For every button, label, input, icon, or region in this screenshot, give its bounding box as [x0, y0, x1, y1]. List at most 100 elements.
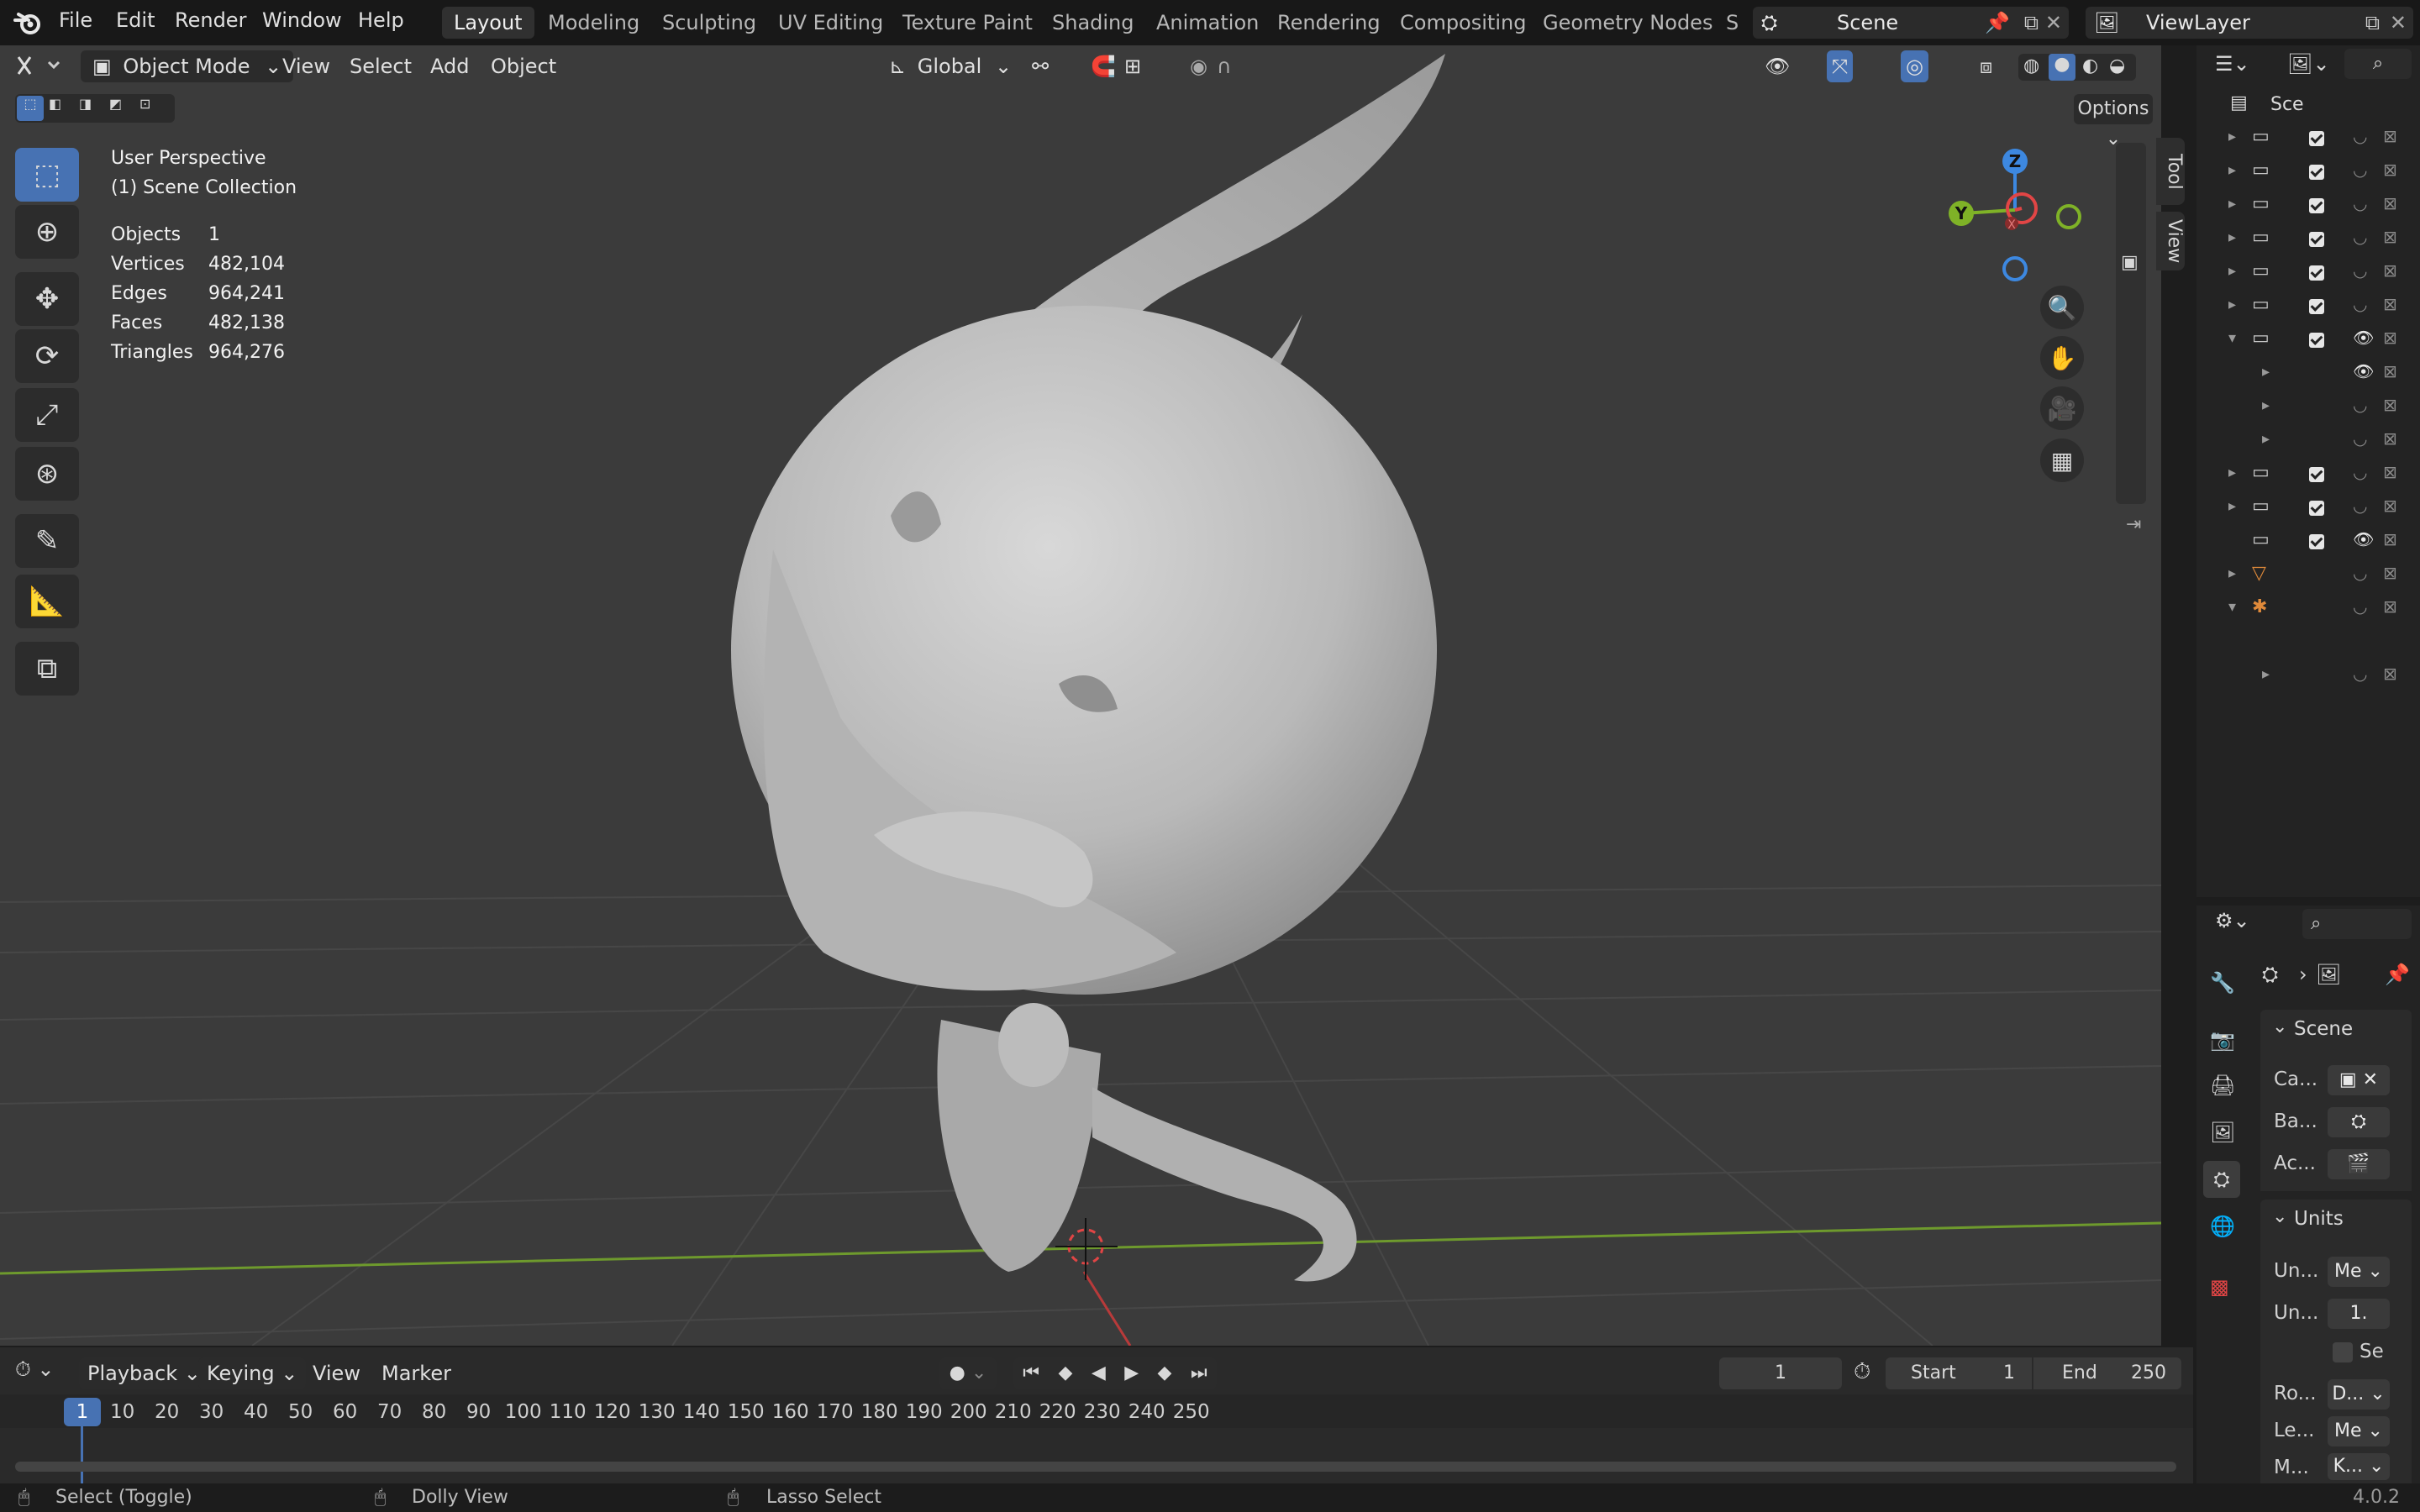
tab-geometry-nodes[interactable]: Geometry Nodes [1531, 7, 1724, 39]
tab-view[interactable]: View [2156, 212, 2185, 270]
tab-rendering[interactable]: Rendering [1265, 7, 1392, 39]
properties-search[interactable]: ⌕ [2302, 909, 2412, 939]
select-intersect-icon[interactable]: ⊡ [139, 96, 150, 112]
close-icon[interactable]: ✕ [2045, 7, 2062, 39]
navigation-gizmo[interactable]: Z Y X [1941, 143, 2092, 286]
expand-right-icon[interactable]: ▸ [2262, 363, 2270, 381]
mode-dropdown[interactable]: ▣ Object Mode ⌄ [81, 50, 294, 82]
render-toggle-icon[interactable]: ⊠ [2383, 462, 2397, 482]
sculpt-model[interactable] [731, 54, 1445, 1282]
menu-add[interactable]: Add [430, 50, 469, 82]
pivot-point-icon[interactable]: ⚯ [1032, 50, 1049, 82]
outliner-editor-type-icon[interactable]: ☰⌄ [2215, 52, 2250, 76]
outliner-row[interactable]: ▸ ◡ ⊠ [2196, 425, 2420, 459]
outliner-row[interactable]: ▸ ▭ ◡ ⊠ [2196, 492, 2420, 526]
hidden-eye-icon[interactable]: ◡ [2353, 462, 2367, 482]
outliner-row[interactable]: ▾ ▭ 👁 ⊠ [2196, 324, 2420, 358]
exclude-checkbox[interactable] [2309, 299, 2324, 314]
render-toggle-icon[interactable]: ⊠ [2383, 328, 2397, 348]
exclude-checkbox[interactable] [2309, 501, 2324, 516]
mass-dropdown[interactable]: K... ⌄ [2328, 1453, 2390, 1480]
outliner-row[interactable]: ▸ ◡ ⊠ [2196, 391, 2420, 425]
length-dropdown[interactable]: Me ⌄ [2328, 1416, 2390, 1446]
outliner-row[interactable]: ▸ ▽ ◡ ⊠ [2196, 559, 2420, 593]
expand-right-icon[interactable]: ▸ [2262, 396, 2270, 414]
snap-icon[interactable]: 🧲 [1091, 50, 1116, 82]
scene-selector[interactable]: ⛭ Scene 📌 ⧉ ✕ [1753, 7, 2069, 39]
visible-eye-icon[interactable]: 👁 [2353, 361, 2374, 381]
visibility-icon[interactable]: 👁 [1765, 50, 1790, 82]
timeline-menu-marker[interactable]: Marker [381, 1357, 451, 1389]
select-subtract-icon[interactable]: ◨ [79, 96, 92, 112]
visible-eye-icon[interactable]: 👁 [2353, 328, 2374, 348]
add-cube-tool[interactable]: ⧉ [15, 642, 79, 696]
render-toggle-icon[interactable]: ⊠ [2383, 596, 2397, 617]
tab-texture-paint[interactable]: Texture Paint [891, 7, 1044, 39]
expand-down-icon[interactable]: ▾ [2228, 329, 2236, 347]
wireframe-shading-icon[interactable]: ◍ [2023, 55, 2039, 76]
hidden-eye-icon[interactable]: ◡ [2353, 596, 2367, 617]
hidden-eye-icon[interactable]: ◡ [2353, 260, 2367, 281]
hidden-eye-icon[interactable]: ◡ [2353, 193, 2367, 213]
rotation-dropdown[interactable]: D... ⌄ [2328, 1379, 2390, 1410]
outliner-row[interactable]: ▸ ▭ ◡ ⊠ [2196, 190, 2420, 223]
menu-view[interactable]: View [282, 50, 330, 82]
timeline-scrollbar[interactable] [15, 1462, 2176, 1472]
render-toggle-icon[interactable]: ⊠ [2383, 260, 2397, 281]
render-toggle-icon[interactable]: ⊠ [2383, 496, 2397, 516]
hidden-eye-icon[interactable]: ◡ [2353, 227, 2367, 247]
annotate-tool[interactable]: ✎ [15, 514, 79, 568]
zoom-button[interactable]: 🔍 [2040, 286, 2084, 329]
timeline-editor-type-icon[interactable]: ⏱ ⌄ [15, 1357, 54, 1381]
pan-button[interactable]: ✋ [2040, 336, 2084, 380]
exclude-checkbox[interactable] [2309, 131, 2324, 146]
hidden-eye-icon[interactable]: ◡ [2353, 664, 2367, 684]
outliner-row[interactable]: ▸ ▭ ◡ ⊠ [2196, 257, 2420, 291]
menu-help[interactable]: Help [358, 8, 404, 32]
expand-right-icon[interactable]: ▸ [2228, 464, 2236, 481]
menu-file[interactable]: File [59, 8, 92, 32]
hidden-eye-icon[interactable]: ◡ [2353, 563, 2367, 583]
render-toggle-icon[interactable]: ⊠ [2383, 193, 2397, 213]
expand-down-icon[interactable]: ▾ [2228, 598, 2236, 616]
editor-type-icon[interactable] [15, 50, 62, 84]
scale-tool[interactable]: ⤢ [15, 388, 79, 442]
expand-right-icon[interactable]: ▸ [2262, 665, 2270, 683]
search-icon[interactable]: ⌕ [2344, 49, 2412, 79]
outliner-row[interactable]: ▸ ◡ ⊠ [2196, 660, 2420, 694]
render-toggle-icon[interactable]: ⊠ [2383, 227, 2397, 247]
tab-compositing[interactable]: Compositing [1388, 7, 1538, 39]
start-frame-field[interactable]: Start 1 [1886, 1357, 2032, 1389]
outliner-row[interactable]: ▸ ▭ ◡ ⊠ [2196, 223, 2420, 257]
scene-panel-header[interactable]: ⌄ Scene [2260, 1010, 2412, 1048]
tool-tab-icon[interactable]: 🔧 [2210, 971, 2235, 995]
jump-end-icon[interactable]: ⏭ [1191, 1357, 1207, 1389]
properties-editor-type-icon[interactable]: ⚙⌄ [2215, 909, 2250, 932]
select-new-icon[interactable]: ⬚ [17, 96, 44, 121]
outliner-row[interactable]: ▸ 👁 ⊠ [2196, 358, 2420, 391]
expand-right-icon[interactable]: ▸ [2228, 497, 2236, 515]
expand-right-icon[interactable]: ▸ [2262, 430, 2270, 448]
exclude-checkbox[interactable] [2309, 333, 2324, 348]
hidden-eye-icon[interactable]: ◡ [2353, 160, 2367, 180]
play-reverse-icon[interactable]: ◀ [1092, 1357, 1106, 1389]
transform-tool[interactable]: ⊛ [15, 447, 79, 501]
cursor-tool[interactable]: ⊕ [15, 205, 79, 259]
hidden-eye-icon[interactable]: ◡ [2353, 126, 2367, 146]
scene-tab-icon[interactable]: ⛭ [2203, 1161, 2240, 1198]
menu-window[interactable]: Window [262, 8, 342, 32]
select-extend-icon[interactable]: ◧ [49, 96, 61, 112]
render-toggle-icon[interactable]: ⊠ [2383, 294, 2397, 314]
keying-dropdown[interactable]: Keying ⌄ [198, 1357, 307, 1389]
next-keyframe-icon[interactable]: ◆ [1158, 1357, 1172, 1389]
pin-icon[interactable]: 📌 [2385, 963, 2410, 986]
units-panel-header[interactable]: ⌄ Units [2260, 1200, 2412, 1238]
expand-right-icon[interactable]: ▸ [2228, 296, 2236, 313]
menu-render[interactable]: Render [175, 8, 246, 32]
stopwatch-icon[interactable]: ⏱ [1854, 1359, 1870, 1385]
outliner-row[interactable]: ▸ ▭ ◡ ⊠ [2196, 156, 2420, 190]
close-icon[interactable]: ✕ [2390, 7, 2407, 39]
tab-layout[interactable]: Layout [442, 7, 534, 39]
outliner-row[interactable]: ▸ ▭ ◡ ⊠ [2196, 123, 2420, 156]
expand-right-icon[interactable]: ▸ [2228, 195, 2236, 213]
